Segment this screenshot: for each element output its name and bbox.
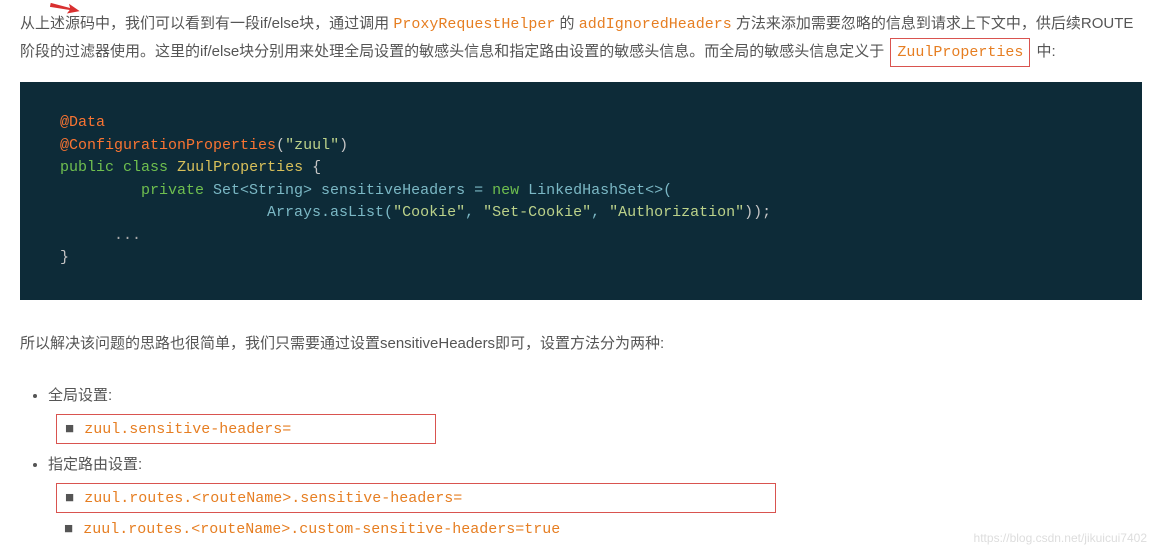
config-code: zuul.routes.<routeName>.custom-sensitive… <box>83 521 560 538</box>
watermark-text: https://blog.csdn.net/jikuicui7402 <box>974 528 1147 550</box>
code-inline-addignoredheaders: addIgnoredHeaders <box>579 16 732 33</box>
code-inline-proxyrequesthelper: ProxyRequestHelper <box>393 16 555 33</box>
bullet-icon: ■ <box>65 420 74 437</box>
code-token <box>168 159 177 176</box>
code-token: { <box>303 159 321 176</box>
text-segment: 的 <box>555 15 578 32</box>
list-item-global: 全局设置: ■ zuul.sensitive-headers= <box>48 382 1142 445</box>
config-box-global: ■ zuul.sensitive-headers= <box>56 414 436 444</box>
code-token: ... <box>60 227 141 244</box>
code-token <box>60 182 141 199</box>
solution-paragraph: 所以解决该问题的思路也很简单，我们只需要通过设置sensitiveHeaders… <box>20 330 1142 357</box>
code-token: ) <box>339 137 348 154</box>
text-segment: 从上述源码中，我们可以看到有一段if/else块，通过调用 <box>20 15 393 32</box>
bullet-icon: ■ <box>64 520 73 537</box>
code-token: private <box>141 182 204 199</box>
code-token: "Authorization" <box>609 204 744 221</box>
code-token: "Set-Cookie" <box>483 204 591 221</box>
code-token: @ConfigurationProperties <box>60 137 276 154</box>
code-inline-zuulproperties: ZuulProperties <box>890 38 1030 67</box>
config-box-route1: ■ zuul.routes.<routeName>.sensitive-head… <box>56 483 776 513</box>
code-token: ZuulProperties <box>177 159 303 176</box>
code-token: LinkedHashSet<>( <box>519 182 672 199</box>
code-token <box>114 159 123 176</box>
code-block-zuulproperties: @Data @ConfigurationProperties("zuul") p… <box>20 82 1142 300</box>
code-token: Set<String> sensitiveHeaders = <box>204 182 492 199</box>
code-token: @Data <box>60 114 105 131</box>
annotation-arrow <box>50 2 80 14</box>
code-token: new <box>492 182 519 199</box>
config-code: zuul.routes.<routeName>.sensitive-header… <box>84 490 462 507</box>
code-token: public <box>60 159 114 176</box>
code-token: } <box>60 249 69 266</box>
code-token: ( <box>276 137 285 154</box>
intro-paragraph: 从上述源码中，我们可以看到有一段if/else块，通过调用 ProxyReque… <box>20 10 1142 67</box>
settings-list: 全局设置: ■ zuul.sensitive-headers= 指定路由设置: … <box>48 382 1142 544</box>
bullet-icon: ■ <box>65 489 74 506</box>
code-token: "Cookie" <box>393 204 465 221</box>
config-code: zuul.sensitive-headers= <box>84 421 291 438</box>
code-token: )); <box>744 204 771 221</box>
list-item-label: 全局设置: <box>48 387 112 404</box>
list-item-label: 指定路由设置: <box>48 456 142 473</box>
code-token: class <box>123 159 168 176</box>
text-segment: 中: <box>1032 43 1055 60</box>
code-token: Arrays.asList( <box>60 204 393 221</box>
code-token: "zuul" <box>285 137 339 154</box>
code-token: , <box>591 204 609 221</box>
code-token: , <box>465 204 483 221</box>
